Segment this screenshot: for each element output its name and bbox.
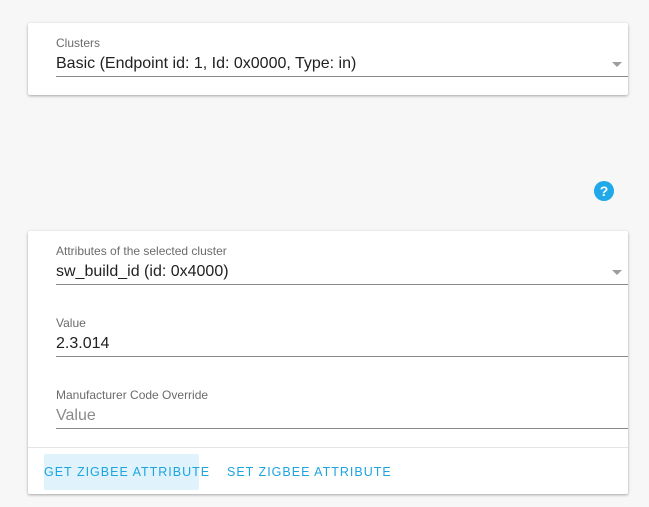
dropdown-arrow-icon[interactable] (612, 270, 622, 275)
value-label: Value (56, 316, 86, 330)
attributes-card: Attributes of the selected cluster sw_bu… (28, 231, 628, 494)
get-zigbee-attribute-button[interactable]: GET ZIGBEE ATTRIBUTE (44, 454, 209, 490)
clusters-dropdown[interactable]: Clusters Basic (Endpoint id: 1, Id: 0x00… (56, 36, 628, 77)
card-actions: GET ZIGBEE ATTRIBUTE SET ZIGBEE ATTRIBUT… (28, 447, 628, 495)
manufacturer-code-label: Manufacturer Code Override (56, 388, 209, 402)
attributes-dropdown[interactable]: Attributes of the selected cluster sw_bu… (56, 244, 628, 285)
clusters-select[interactable]: Basic (Endpoint id: 1, Id: 0x0000, Type:… (56, 54, 628, 77)
clusters-selected-value: Basic (Endpoint id: 1, Id: 0x0000, Type:… (56, 55, 357, 72)
value-field[interactable]: Value 2.3.014 (56, 316, 628, 357)
attributes-select[interactable]: sw_build_id (id: 0x4000) (56, 262, 628, 285)
manufacturer-code-field[interactable]: Manufacturer Code Override Value (56, 388, 628, 429)
clusters-card: Clusters Basic (Endpoint id: 1, Id: 0x00… (28, 23, 628, 95)
attributes-selected-value: sw_build_id (id: 0x4000) (56, 263, 229, 280)
attributes-label: Attributes of the selected cluster (56, 244, 227, 258)
clusters-label: Clusters (56, 36, 101, 50)
set-zigbee-attribute-button[interactable]: SET ZIGBEE ATTRIBUTE (219, 454, 400, 490)
value-input[interactable]: 2.3.014 (56, 334, 628, 357)
manufacturer-code-input[interactable]: Value (56, 406, 628, 429)
help-icon[interactable]: ? (594, 181, 614, 201)
dropdown-arrow-icon[interactable] (612, 62, 622, 67)
